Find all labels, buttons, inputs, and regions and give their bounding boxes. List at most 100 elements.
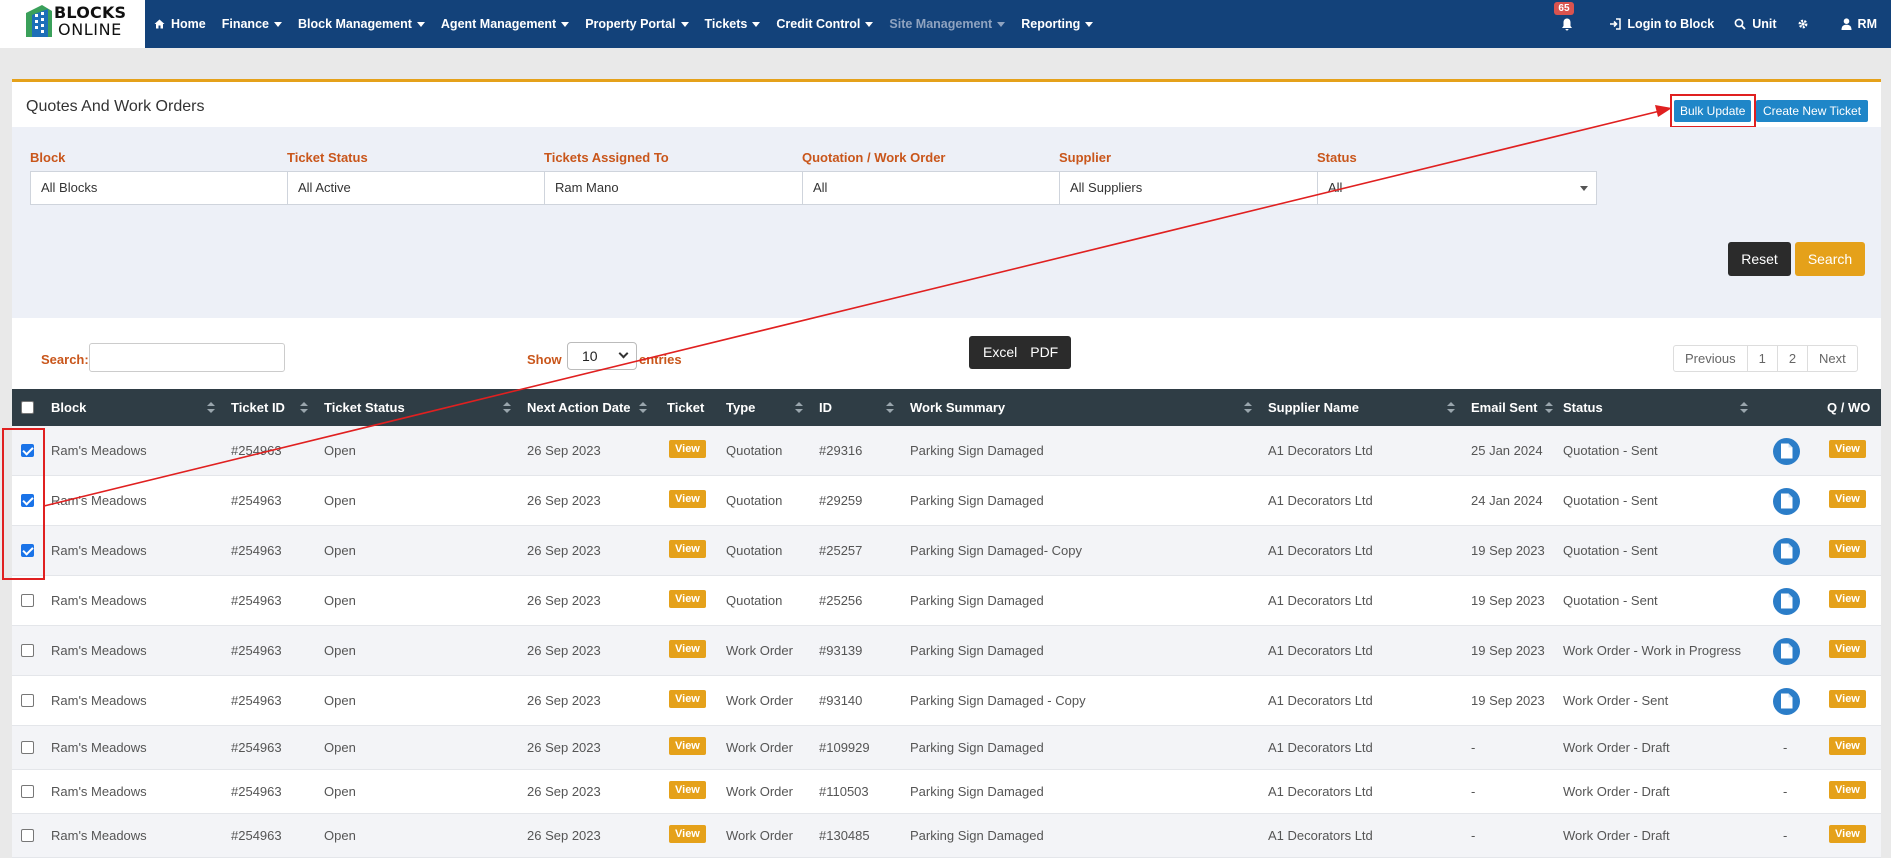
bulk-update-button[interactable]: Bulk Update: [1674, 100, 1752, 122]
column-header-next-action-date[interactable]: Next Action Date: [527, 389, 631, 426]
user-menu[interactable]: RM: [1841, 17, 1877, 31]
document-icon[interactable]: [1773, 438, 1800, 465]
filter-quotation-work-order-select[interactable]: All: [802, 171, 1082, 205]
filter-value: All: [1328, 180, 1343, 195]
cell-email-sent: -: [1471, 784, 1476, 799]
nav-item-label: Tickets: [704, 17, 748, 31]
column-header-q-wo[interactable]: Q / WO: [1827, 389, 1870, 426]
sort-icon[interactable]: [1244, 402, 1252, 414]
column-header-ticket-status[interactable]: Ticket Status: [324, 389, 405, 426]
view-qwo-button[interactable]: View: [1829, 440, 1866, 458]
nav-item-finance[interactable]: Finance: [222, 17, 282, 31]
view-ticket-button[interactable]: View: [669, 440, 706, 458]
settings-button[interactable]: [1797, 18, 1815, 30]
nav-item-label: Credit Control: [776, 17, 861, 31]
filter-supplier-select[interactable]: All Suppliers: [1059, 171, 1339, 205]
entries-per-page-select[interactable]: 10: [567, 342, 637, 370]
document-icon[interactable]: [1773, 488, 1800, 515]
create-new-ticket-button[interactable]: Create New Ticket: [1756, 100, 1869, 122]
view-qwo-button[interactable]: View: [1829, 640, 1866, 658]
pager-2[interactable]: 2: [1776, 346, 1807, 371]
row-select-checkbox[interactable]: [21, 644, 34, 657]
sort-icon[interactable]: [639, 402, 647, 414]
search-button[interactable]: Search: [1795, 242, 1865, 276]
view-qwo-button[interactable]: View: [1829, 540, 1866, 558]
sort-icon[interactable]: [503, 402, 511, 414]
cell-id: #25256: [819, 593, 863, 608]
gear-icon: [1798, 19, 1807, 29]
view-ticket-button[interactable]: View: [669, 825, 706, 843]
column-header-status[interactable]: Status: [1563, 389, 1603, 426]
notifications-button[interactable]: 65: [1554, 1, 1579, 31]
app-logo[interactable]: BLOCKS ONLINE: [0, 0, 145, 48]
home-icon: [154, 19, 165, 29]
pager-previous[interactable]: Previous: [1674, 346, 1747, 371]
reset-button[interactable]: Reset: [1728, 242, 1791, 276]
sort-icon[interactable]: [1447, 402, 1455, 414]
nav-item-reporting[interactable]: Reporting: [1021, 17, 1094, 31]
table-search-input[interactable]: [89, 343, 285, 372]
nav-item-home[interactable]: Home: [154, 17, 206, 31]
document-icon[interactable]: [1773, 688, 1800, 715]
filter-block-select[interactable]: All Blocks: [30, 171, 310, 205]
row-select-checkbox[interactable]: [21, 785, 34, 798]
unit-search-link[interactable]: Unit: [1734, 17, 1777, 31]
nav-item-block-management[interactable]: Block Management: [298, 17, 425, 31]
cell-ticket-id: #254963: [231, 643, 282, 658]
sort-icon[interactable]: [207, 402, 215, 414]
pager-1[interactable]: 1: [1746, 346, 1777, 371]
view-ticket-button[interactable]: View: [669, 690, 706, 708]
view-ticket-button[interactable]: View: [669, 781, 706, 799]
view-ticket-button[interactable]: View: [669, 490, 706, 508]
sort-icon[interactable]: [1545, 402, 1553, 414]
excel-export-button[interactable]: Excel: [969, 336, 1030, 369]
view-qwo-button[interactable]: View: [1829, 781, 1866, 799]
view-qwo-button[interactable]: View: [1829, 490, 1866, 508]
view-qwo-button[interactable]: View: [1829, 590, 1866, 608]
view-qwo-button[interactable]: View: [1829, 737, 1866, 755]
sort-icon[interactable]: [795, 402, 803, 414]
document-icon[interactable]: [1773, 588, 1800, 615]
view-qwo-button[interactable]: View: [1829, 690, 1866, 708]
column-header-ticket[interactable]: Ticket: [667, 389, 704, 426]
document-icon[interactable]: [1773, 638, 1800, 665]
column-header-block[interactable]: Block: [51, 389, 86, 426]
nav-item-property-portal[interactable]: Property Portal: [585, 17, 689, 31]
row-select-checkbox[interactable]: [21, 594, 34, 607]
sort-icon[interactable]: [886, 402, 894, 414]
filter-status-select[interactable]: All: [1317, 171, 1597, 205]
cell-next-action: 26 Sep 2023: [527, 443, 601, 458]
column-header-id[interactable]: ID: [819, 389, 832, 426]
view-qwo-button[interactable]: View: [1829, 825, 1866, 843]
cell-summary: Parking Sign Damaged- Copy: [910, 543, 1082, 558]
cell-status: Quotation - Sent: [1563, 443, 1658, 458]
login-to-block-link[interactable]: Login to Block: [1609, 17, 1714, 31]
row-select-checkbox[interactable]: [21, 829, 34, 842]
nav-item-tickets[interactable]: Tickets: [705, 17, 761, 31]
filter-ticket-status-select[interactable]: All Active: [287, 171, 567, 205]
view-ticket-button[interactable]: View: [669, 737, 706, 755]
sort-icon[interactable]: [300, 402, 308, 414]
column-header-ticket-id[interactable]: Ticket ID: [231, 389, 285, 426]
pager-next[interactable]: Next: [1807, 346, 1857, 371]
column-header-work-summary[interactable]: Work Summary: [910, 389, 1005, 426]
column-header-email-sent[interactable]: Email Sent: [1471, 389, 1537, 426]
nav-item-label: Block Management: [297, 17, 412, 31]
nav-item-agent-management[interactable]: Agent Management: [441, 17, 570, 31]
cell-ticket-status: Open: [324, 740, 356, 755]
view-ticket-button[interactable]: View: [669, 640, 706, 658]
column-header-type[interactable]: Type: [726, 389, 755, 426]
column-header-supplier-name[interactable]: Supplier Name: [1268, 389, 1359, 426]
view-ticket-button[interactable]: View: [669, 540, 706, 558]
sort-icon[interactable]: [1740, 402, 1748, 414]
pdf-export-button[interactable]: PDF: [1030, 336, 1071, 369]
cell-block: Ram's Meadows: [51, 784, 147, 799]
filter-tickets-assigned-to-select[interactable]: Ram Mano: [544, 171, 824, 205]
row-select-checkbox[interactable]: [21, 694, 34, 707]
row-select-checkbox[interactable]: [21, 741, 34, 754]
select-all-checkbox[interactable]: [21, 401, 34, 414]
nav-item-credit-control[interactable]: Credit Control: [776, 17, 874, 31]
document-icon[interactable]: [1773, 538, 1800, 565]
view-ticket-button[interactable]: View: [669, 590, 706, 608]
nav-item-site-management[interactable]: Site Management: [889, 17, 1006, 31]
